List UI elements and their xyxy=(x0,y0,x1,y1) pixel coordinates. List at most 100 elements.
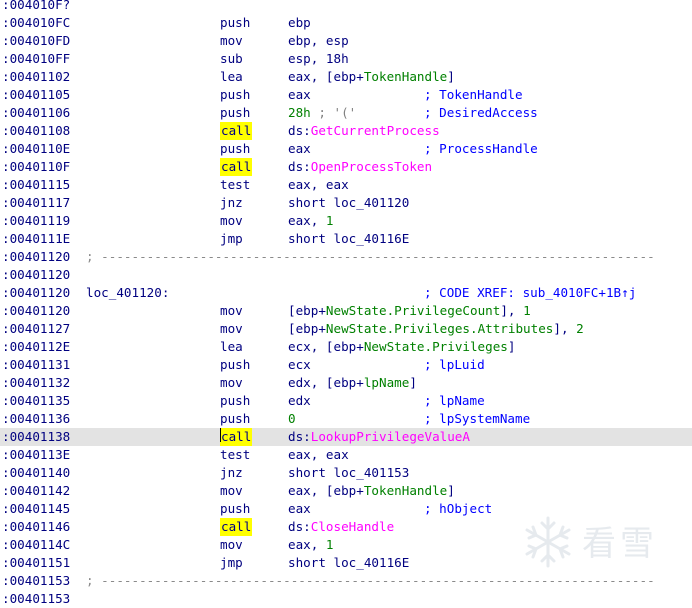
instruction-operands[interactable]: 28h ; '(' xyxy=(288,104,356,122)
struct-member[interactable]: NewState.Privileges xyxy=(364,339,508,354)
struct-member[interactable]: NewState.Privileges.Attributes xyxy=(326,321,553,336)
code-line[interactable]: :0040110E push eax ; ProcessHandle xyxy=(0,140,692,158)
code-line[interactable]: :00401142 mov eax, [ebp+TokenHandle] xyxy=(0,482,692,500)
code-line[interactable]: :00401120 xyxy=(0,266,692,284)
instruction-operands[interactable]: edx, [ebp+lpName] xyxy=(288,374,417,392)
code-line[interactable]: :00401153 xyxy=(0,590,692,608)
instruction-mnemonic[interactable]: push xyxy=(220,356,250,374)
code-line[interactable]: :00401132 mov edx, [ebp+lpName] xyxy=(0,374,692,392)
code-xref[interactable]: ; CODE XREF: sub_4010FC+1B↑j xyxy=(424,284,636,302)
struct-member[interactable]: TokenHandle xyxy=(364,69,447,84)
struct-member[interactable]: lpName xyxy=(364,375,410,390)
code-line[interactable]: :00401105 push eax ; TokenHandle xyxy=(0,86,692,104)
instruction-mnemonic[interactable]: push xyxy=(220,500,250,518)
instruction-operands[interactable]: eax, [ebp+TokenHandle] xyxy=(288,68,455,86)
operand-token: 2 xyxy=(576,321,584,336)
instruction-operands[interactable]: ecx xyxy=(288,356,311,374)
code-line[interactable]: :004010F? xyxy=(0,0,692,14)
instruction-operands[interactable]: short loc_401153 xyxy=(288,464,409,482)
code-line[interactable]: :00401138 call ds:LookupPrivilegeValueA xyxy=(0,428,692,446)
code-line[interactable]: :00401120 ; -----------------------------… xyxy=(0,248,692,266)
instruction-operands[interactable]: eax, 1 xyxy=(288,212,334,230)
instruction-mnemonic[interactable]: mov xyxy=(220,374,243,392)
instruction-mnemonic[interactable]: mov xyxy=(220,32,243,50)
instruction-mnemonic[interactable]: push xyxy=(220,410,250,428)
instruction-mnemonic[interactable]: mov xyxy=(220,302,243,320)
instruction-operands[interactable]: ds:CloseHandle xyxy=(288,518,394,536)
instruction-mnemonic[interactable]: call xyxy=(220,428,253,446)
code-line[interactable]: :0040111E jmp short loc_40116E xyxy=(0,230,692,248)
instruction-operands[interactable]: ecx, [ebp+NewState.Privileges] xyxy=(288,338,515,356)
instruction-operands[interactable]: eax xyxy=(288,140,311,158)
instruction-mnemonic[interactable]: mov xyxy=(220,212,243,230)
instruction-operands[interactable]: [ebp+NewState.PrivilegeCount], 1 xyxy=(288,302,531,320)
instruction-mnemonic[interactable]: call xyxy=(220,518,253,536)
instruction-operands[interactable]: 0 xyxy=(288,410,296,428)
instruction-mnemonic[interactable]: test xyxy=(220,446,250,464)
instruction-mnemonic[interactable]: jnz xyxy=(220,464,243,482)
code-line[interactable]: :00401106 push 28h ; '(' ; DesiredAccess xyxy=(0,104,692,122)
instruction-operands[interactable]: eax, 1 xyxy=(288,536,334,554)
instruction-mnemonic[interactable]: test xyxy=(220,176,250,194)
api-function-name[interactable]: CloseHandle xyxy=(311,519,394,534)
instruction-mnemonic[interactable]: mov xyxy=(220,536,243,554)
instruction-mnemonic[interactable]: jmp xyxy=(220,230,243,248)
instruction-operands[interactable]: eax xyxy=(288,500,311,518)
code-line[interactable]: :0040113E test eax, eax xyxy=(0,446,692,464)
code-line[interactable]: :0040112E lea ecx, [ebp+NewState.Privilege… xyxy=(0,338,692,356)
code-line[interactable]: :00401140 jnz short loc_401153 xyxy=(0,464,692,482)
code-line[interactable]: :00401108 call ds:GetCurrentProcess xyxy=(0,122,692,140)
instruction-operands[interactable]: [ebp+NewState.Privileges.Attributes], 2 xyxy=(288,320,584,338)
code-line[interactable]: :00401136 push 0 ; lpSystemName xyxy=(0,410,692,428)
code-label[interactable]: loc_401120: xyxy=(86,284,169,302)
instruction-operands[interactable]: eax xyxy=(288,86,311,104)
instruction-operands[interactable]: ds:GetCurrentProcess xyxy=(288,122,440,140)
code-line[interactable]: :00401117 jnz short loc_401120 xyxy=(0,194,692,212)
api-function-name[interactable]: OpenProcessToken xyxy=(311,159,432,174)
struct-member[interactable]: TokenHandle xyxy=(364,483,447,498)
code-line[interactable]: :00401127 mov [ebp+NewState.Privileges.Att… xyxy=(0,320,692,338)
code-line[interactable]: :004010FD mov ebp, esp xyxy=(0,32,692,50)
instruction-operands[interactable]: edx xyxy=(288,392,311,410)
code-line[interactable]: :00401115 test eax, eax xyxy=(0,176,692,194)
code-line[interactable]: :00401135 push edx ; lpName xyxy=(0,392,692,410)
instruction-operands[interactable]: eax, eax xyxy=(288,446,349,464)
instruction-mnemonic[interactable]: jnz xyxy=(220,194,243,212)
instruction-mnemonic[interactable]: jmp xyxy=(220,554,243,572)
instruction-operands[interactable]: ds:OpenProcessToken xyxy=(288,158,432,176)
instruction-mnemonic[interactable]: push xyxy=(220,86,250,104)
instruction-operands[interactable]: esp, 18h xyxy=(288,50,349,68)
instruction-operands[interactable]: eax, [ebp+TokenHandle] xyxy=(288,482,455,500)
code-line[interactable]: :00401120 mov [ebp+NewState.PrivilegeCount… xyxy=(0,302,692,320)
instruction-operands[interactable]: eax, eax xyxy=(288,176,349,194)
instruction-mnemonic[interactable]: call xyxy=(220,158,253,176)
instruction-mnemonic[interactable]: lea xyxy=(220,68,243,86)
api-function-name[interactable]: LookupPrivilegeValueA xyxy=(311,429,470,444)
code-line[interactable]: :004010FF sub esp, 18h xyxy=(0,50,692,68)
instruction-mnemonic[interactable]: call xyxy=(220,122,253,140)
instruction-operands[interactable]: short loc_40116E xyxy=(288,230,409,248)
code-line[interactable]: :0040110F call ds:OpenProcessToken xyxy=(0,158,692,176)
instruction-mnemonic[interactable]: mov xyxy=(220,482,243,500)
instruction-mnemonic[interactable]: mov xyxy=(220,320,243,338)
instruction-mnemonic[interactable]: push xyxy=(220,14,250,32)
instruction-mnemonic[interactable]: push xyxy=(220,140,250,158)
instruction-operands[interactable]: ebp, esp xyxy=(288,32,349,50)
instruction-operands[interactable]: ebp xyxy=(288,14,311,32)
api-function-name[interactable]: GetCurrentProcess xyxy=(311,123,440,138)
instruction-mnemonic[interactable]: lea xyxy=(220,338,243,356)
instruction-operands[interactable]: short loc_40116E xyxy=(288,554,409,572)
code-line[interactable]: :004010FC push ebp xyxy=(0,14,692,32)
code-line[interactable]: :00401120 loc_401120: ; CODE XREF: sub_401… xyxy=(0,284,692,302)
struct-member[interactable]: NewState.PrivilegeCount xyxy=(326,303,500,318)
code-line[interactable]: :00401153 ; -----------------------------… xyxy=(0,572,692,590)
code-line[interactable]: :00401102 lea eax, [ebp+TokenHandle] xyxy=(0,68,692,86)
instruction-operands[interactable]: short loc_401120 xyxy=(288,194,409,212)
instruction-mnemonic[interactable]: sub xyxy=(220,50,243,68)
instruction-mnemonic[interactable]: push xyxy=(220,104,250,122)
operand-token: 1 xyxy=(325,537,334,552)
instruction-operands[interactable]: ds:LookupPrivilegeValueA xyxy=(288,428,470,446)
code-line[interactable]: :00401131 push ecx ; lpLuid xyxy=(0,356,692,374)
code-line[interactable]: :00401119 mov eax, 1 xyxy=(0,212,692,230)
instruction-mnemonic[interactable]: push xyxy=(220,392,250,410)
